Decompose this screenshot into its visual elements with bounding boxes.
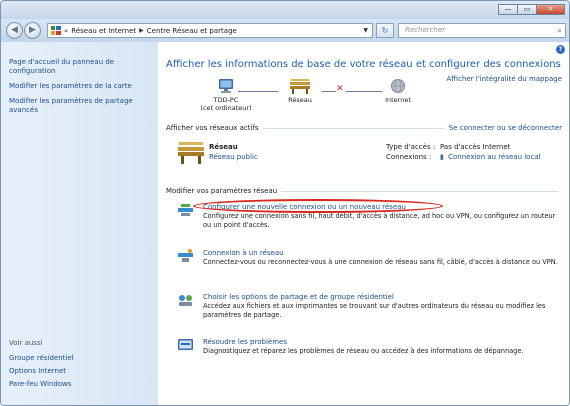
minimize-button[interactable]: — <box>498 4 517 15</box>
connect-network-link[interactable]: Connexion à un réseau <box>203 249 284 257</box>
search-icon[interactable]: ⌕ <box>558 24 562 37</box>
computer-icon <box>219 79 233 93</box>
map-link-line <box>238 91 278 92</box>
divider <box>281 190 558 192</box>
troubleshoot-link[interactable]: Résoudre les problèmes <box>203 338 287 346</box>
sidebar-link-adapter-settings[interactable]: Modifier les paramètres de la carte <box>9 82 151 91</box>
troubleshoot-icon <box>178 339 193 350</box>
bench-network-icon <box>290 79 310 94</box>
network-type-link[interactable]: Réseau public <box>209 153 258 161</box>
bench-network-icon <box>178 142 204 164</box>
sidebar: Page d'accueil du panneau de configurati… <box>1 42 158 405</box>
active-networks-header: Afficher vos réseaux actifs Se connecter… <box>166 124 562 132</box>
see-also-heading: Voir aussi <box>9 339 43 347</box>
page-title: Afficher les informations de base de vot… <box>166 59 561 70</box>
caption-buttons: — ▭ ✕ <box>498 4 565 15</box>
sidebar-link-windows-firewall[interactable]: Pare-feu Windows <box>9 380 151 389</box>
map-node-computer[interactable]: TDD-PC (cet ordinateur) <box>196 79 256 112</box>
map-internet-label: Internet <box>385 96 411 104</box>
see-also-section: Voir aussi Groupe résidentiel Options In… <box>9 339 151 393</box>
map-computer-sub: (cet ordinateur) <box>200 104 252 112</box>
access-type-label: Type d'accès : <box>386 143 436 151</box>
map-network-label: Réseau <box>288 96 312 104</box>
title-bar[interactable]: — ▭ ✕ <box>1 1 569 19</box>
divider <box>262 127 445 129</box>
sidebar-link-advanced-sharing[interactable]: Modifier les paramètres de partage avanc… <box>9 97 151 115</box>
map-node-internet[interactable]: Internet <box>376 79 420 104</box>
map-node-network[interactable]: Réseau <box>278 79 322 104</box>
active-networks-title: Afficher vos réseaux actifs <box>166 124 259 132</box>
sidebar-link-internet-options[interactable]: Options Internet <box>9 367 151 376</box>
breadcrumb-network-internet[interactable]: Réseau et Internet <box>71 27 136 35</box>
maximize-button[interactable]: ▭ <box>517 4 536 15</box>
address-bar[interactable]: « Réseau et Internet ▶ Centre Réseau et … <box>47 23 373 38</box>
address-dropdown-icon[interactable]: ▼ <box>363 27 368 34</box>
disconnected-x-icon: ✕ <box>336 84 344 94</box>
troubleshoot-desc: Diagnostiquez et réparez les problèmes d… <box>203 347 524 355</box>
sidebar-link-homegroup[interactable]: Groupe résidentiel <box>9 354 151 363</box>
control-panel-icon <box>51 26 61 35</box>
red-highlight-ellipse <box>193 199 443 213</box>
close-button[interactable]: ✕ <box>536 4 565 15</box>
breadcrumb-network-sharing-center[interactable]: Centre Réseau et partage <box>147 27 237 35</box>
back-button[interactable]: ◀ <box>6 22 23 39</box>
connect-network-icon <box>178 249 193 262</box>
see-full-map-link[interactable]: Afficher l'intégralité du mappage <box>447 75 562 83</box>
sharing-options-link[interactable]: Choisir les options de partage et de gro… <box>203 293 394 301</box>
search-input[interactable]: Rechercher ⌕ <box>398 23 566 38</box>
map-computer-name: TDD-PC <box>213 96 239 104</box>
change-settings-title: Modifier vos paramètres réseau <box>166 187 278 195</box>
connect-disconnect-link[interactable]: Se connecter ou se déconnecter <box>449 124 562 132</box>
search-placeholder: Rechercher <box>405 26 446 34</box>
map-link-line <box>322 91 336 92</box>
help-icon[interactable]: ? <box>556 45 565 54</box>
connect-network-desc: Connectez-vous ou reconnectez-vous à une… <box>203 258 558 266</box>
network-sharing-center-window: — ▭ ✕ ◀ ▶ « Réseau et Internet ▶ Centre … <box>0 0 570 406</box>
sharing-options-icon <box>179 295 192 306</box>
breadcrumb-prefix[interactable]: « <box>64 27 68 35</box>
active-network-block: Réseau Réseau public Type d'accès : Pas … <box>178 142 563 172</box>
content-area: Page d'accueil du panneau de configurati… <box>1 42 569 405</box>
refresh-button[interactable]: ↻ <box>376 23 394 38</box>
forward-button[interactable]: ▶ <box>24 22 41 39</box>
connections-label: Connexions : <box>386 153 432 161</box>
navigation-bar: ◀ ▶ « Réseau et Internet ▶ Centre Réseau… <box>1 19 569 42</box>
main-panel: ? Afficher les informations de base de v… <box>158 42 569 405</box>
sharing-options-desc: Accédez aux fichiers et aux imprimantes … <box>203 302 546 319</box>
setup-connection-desc: Configurez une connexion sans fil, haut … <box>203 212 556 229</box>
active-network-name: Réseau <box>209 143 238 151</box>
ethernet-icon: ▮ <box>440 153 444 161</box>
connections-value[interactable]: ▮ Connexion au réseau local <box>440 153 541 161</box>
globe-icon <box>391 79 405 93</box>
breadcrumb-arrow-icon[interactable]: ▶ <box>139 27 144 34</box>
change-settings-header: Modifier vos paramètres réseau <box>166 187 562 195</box>
new-connection-icon <box>178 204 193 216</box>
local-area-connection-link[interactable]: Connexion au réseau local <box>448 153 540 161</box>
access-type-value: Pas d'accès Internet <box>440 143 511 151</box>
sidebar-link-control-panel-home[interactable]: Page d'accueil du panneau de configurati… <box>9 58 151 76</box>
